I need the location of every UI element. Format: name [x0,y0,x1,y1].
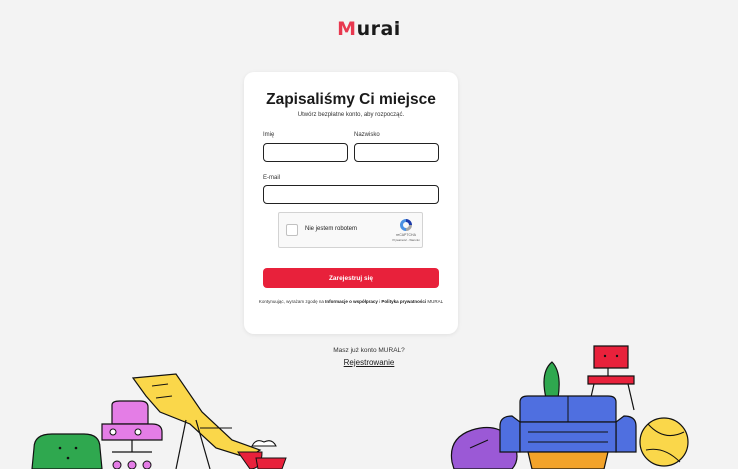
furniture-right-illustration [450,345,689,469]
